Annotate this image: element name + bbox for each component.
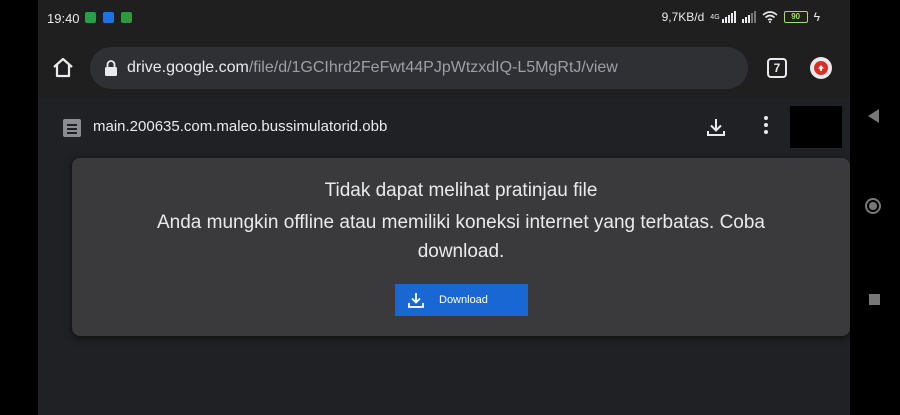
signal-icon bbox=[741, 11, 756, 23]
status-time: 19:40 bbox=[47, 11, 80, 26]
back-icon[interactable] bbox=[868, 109, 879, 123]
file-name: main.200635.com.maleo.bussimulatorid.obb bbox=[93, 118, 388, 135]
tab-switcher-icon[interactable]: 7 bbox=[767, 58, 787, 78]
home-nav-icon[interactable] bbox=[865, 198, 881, 214]
preview-error-card: Tidak dapat melihat pratinjau file Anda … bbox=[72, 158, 850, 336]
extension-icon[interactable] bbox=[810, 57, 832, 79]
download-button[interactable]: Download bbox=[395, 284, 528, 316]
url-text: drive.google.com/file/d/1GCIhrd2FeFwt44P… bbox=[127, 59, 618, 77]
download-button-label: Download bbox=[439, 294, 488, 306]
wifi-icon bbox=[762, 11, 778, 23]
url-bar[interactable]: drive.google.com/file/d/1GCIhrd2FeFwt44P… bbox=[90, 47, 748, 89]
url-host: drive.google.com bbox=[127, 59, 249, 76]
download-icon[interactable] bbox=[705, 116, 727, 138]
notification-icon bbox=[121, 12, 132, 23]
home-icon[interactable] bbox=[51, 56, 75, 80]
charging-icon: ϟ bbox=[813, 10, 820, 24]
whatsapp-icon bbox=[85, 12, 96, 23]
url-path: /file/d/1GCIhrd2FeFwt44PJpWtzxdIQ-L5MgRt… bbox=[248, 59, 618, 76]
browser-screen: 19:40 9,7KB/d 4G 90 ϟ drive.google.com/f… bbox=[38, 0, 850, 415]
lock-icon bbox=[105, 60, 117, 76]
redacted-area bbox=[790, 106, 842, 148]
signal-icon bbox=[721, 11, 736, 23]
status-indicators: 9,7KB/d 4G 90 ϟ bbox=[662, 10, 820, 24]
download-icon bbox=[408, 293, 424, 308]
notification-icon bbox=[103, 12, 114, 23]
android-nav-bar bbox=[850, 0, 900, 415]
network-type: 4G bbox=[710, 13, 720, 21]
more-vert-icon[interactable] bbox=[762, 116, 770, 138]
network-speed: 9,7KB/d bbox=[661, 10, 705, 24]
file-header: main.200635.com.maleo.bussimulatorid.obb bbox=[38, 98, 850, 156]
status-bar: 19:40 9,7KB/d 4G 90 ϟ bbox=[38, 0, 850, 38]
recents-icon[interactable] bbox=[869, 294, 880, 305]
preview-error-message: Anda mungkin offline atau memiliki konek… bbox=[157, 212, 765, 262]
battery-icon: 90 bbox=[783, 11, 808, 23]
browser-toolbar: drive.google.com/file/d/1GCIhrd2FeFwt44P… bbox=[38, 38, 850, 98]
file-icon bbox=[63, 119, 81, 137]
preview-error-title: Tidak dapat melihat pratinjau file bbox=[324, 180, 598, 201]
